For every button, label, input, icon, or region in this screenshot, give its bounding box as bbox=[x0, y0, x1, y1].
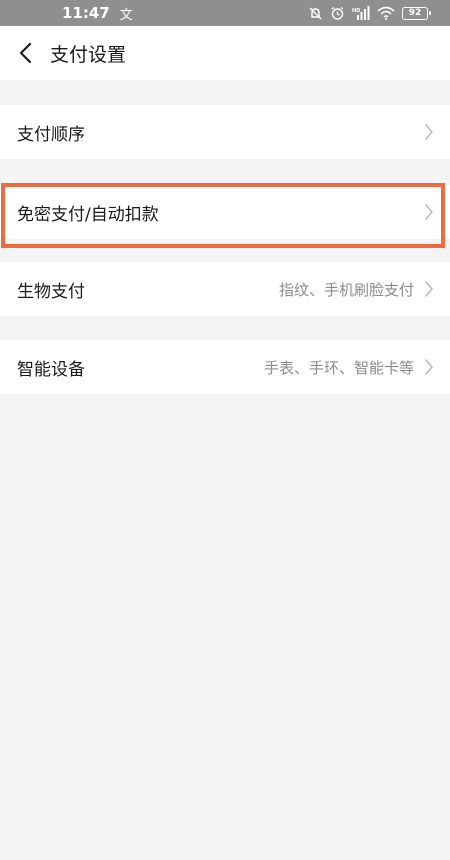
chevron-right-icon bbox=[424, 358, 434, 376]
row-value: 指纹、手机刷脸支付 bbox=[278, 280, 414, 299]
row-label: 支付顺序 bbox=[17, 124, 85, 145]
row-label: 免密支付/自动扣款 bbox=[17, 204, 159, 225]
row-label: 智能设备 bbox=[17, 359, 85, 380]
chevron-right-icon bbox=[424, 203, 434, 221]
chevron-right-icon bbox=[424, 123, 434, 141]
nav-bar: 支付设置 bbox=[0, 26, 450, 80]
status-time: 11:47 bbox=[62, 4, 110, 22]
alarm-icon bbox=[331, 6, 344, 20]
battery-icon: 92 bbox=[402, 6, 431, 20]
signal-icon: HD bbox=[352, 6, 370, 20]
chevron-right-icon bbox=[424, 280, 434, 298]
svg-text:HD: HD bbox=[352, 8, 360, 14]
status-bar: 11:47 文 HD 92 bbox=[0, 0, 450, 26]
mute-icon bbox=[309, 7, 322, 19]
settings-row-biometric-payment[interactable]: 生物支付 指纹、手机刷脸支付 bbox=[0, 262, 450, 316]
row-value: 手表、手环、智能卡等 bbox=[263, 358, 414, 377]
page-title: 支付设置 bbox=[50, 43, 127, 66]
settings-row-smart-devices[interactable]: 智能设备 手表、手环、智能卡等 bbox=[0, 340, 450, 394]
back-button[interactable] bbox=[0, 26, 50, 80]
battery-level: 92 bbox=[408, 7, 422, 18]
notification-icon: 文 bbox=[119, 7, 133, 23]
row-label: 生物支付 bbox=[17, 281, 85, 302]
settings-row-passwordless-payment[interactable]: 免密支付/自动扣款 bbox=[0, 185, 450, 239]
settings-row-payment-order[interactable]: 支付顺序 bbox=[0, 105, 450, 159]
back-arrow-icon bbox=[19, 42, 32, 64]
wifi-icon bbox=[377, 6, 395, 20]
